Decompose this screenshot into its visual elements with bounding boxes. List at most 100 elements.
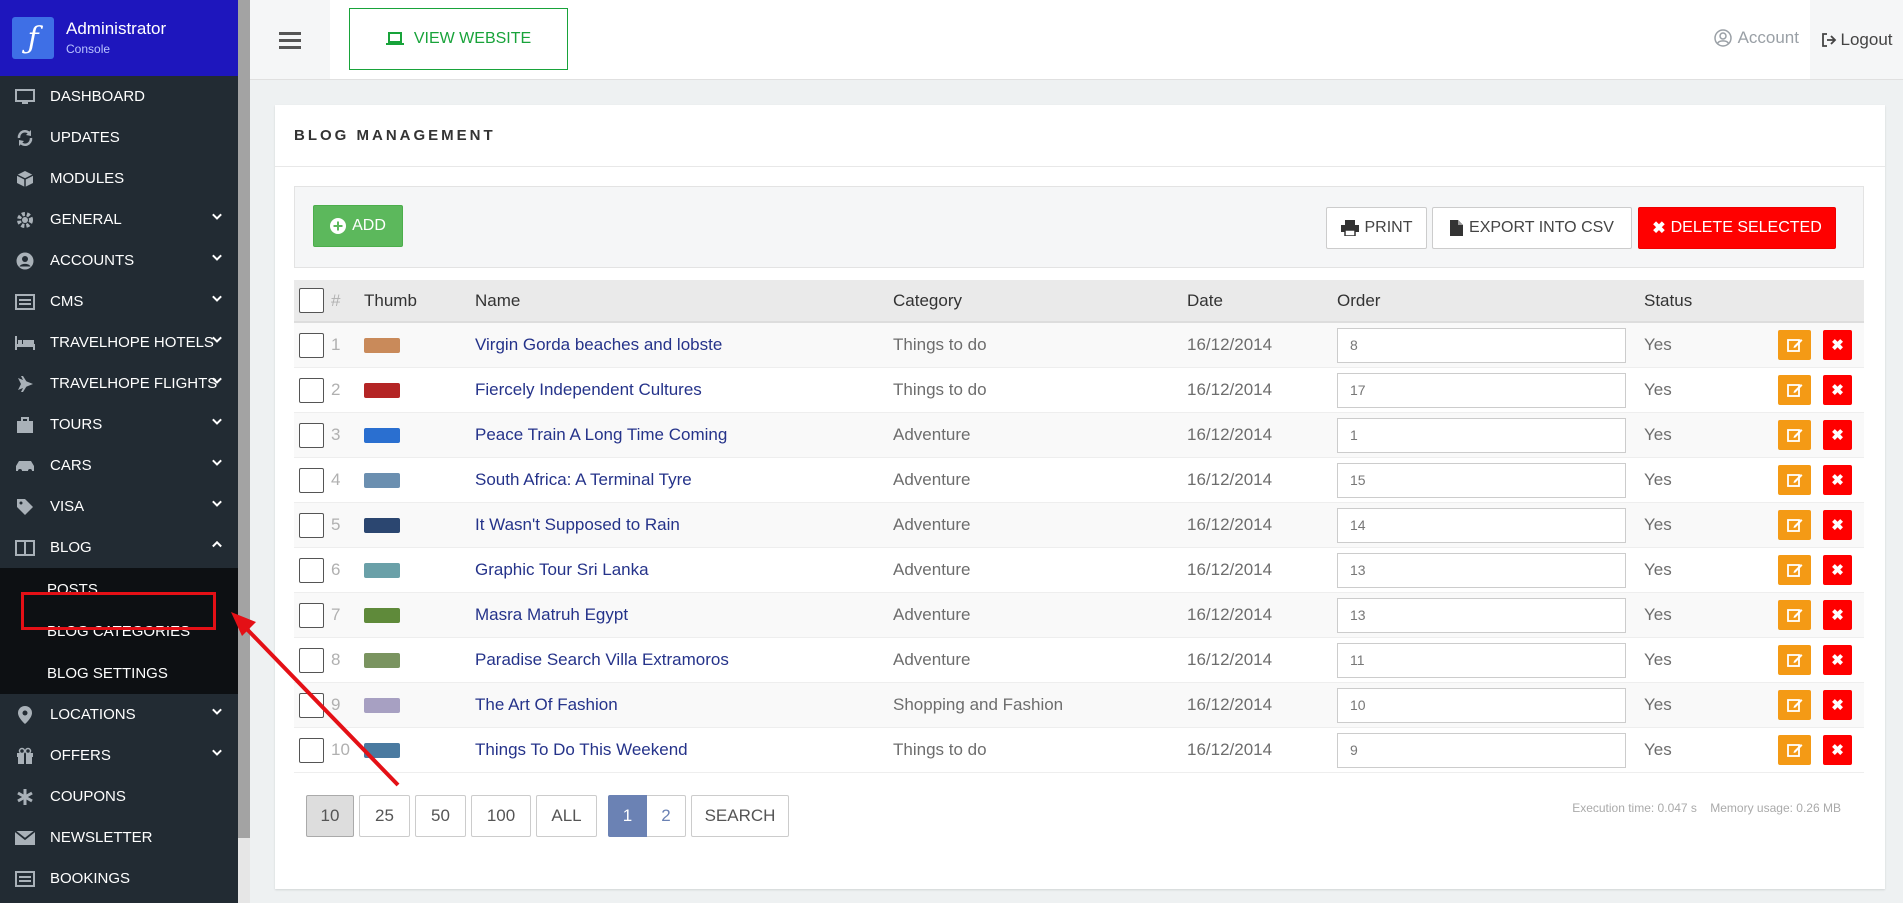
page-size-25[interactable]: 25 <box>359 795 410 837</box>
edit-button[interactable] <box>1778 555 1811 585</box>
post-status[interactable]: Yes <box>1644 695 1754 715</box>
logout-button[interactable]: Logout <box>1810 0 1903 79</box>
row-checkbox[interactable] <box>299 377 324 403</box>
sidebar-item-accounts[interactable]: ACCOUNTS <box>0 240 238 281</box>
delete-button[interactable]: ✖ <box>1823 600 1852 630</box>
sidebar-item-general[interactable]: GENERAL <box>0 199 238 240</box>
order-input[interactable]: 15 <box>1337 462 1626 498</box>
post-name-link[interactable]: Things To Do This Weekend <box>475 740 688 759</box>
sidebar-item-cms[interactable]: CMS <box>0 281 238 322</box>
brand[interactable]: ƒ Administrator Console <box>0 0 238 76</box>
delete-button[interactable]: ✖ <box>1823 420 1852 450</box>
edit-button[interactable] <box>1778 735 1811 765</box>
post-name-link[interactable]: Graphic Tour Sri Lanka <box>475 560 649 579</box>
sidebar-scrollbar-track[interactable] <box>238 838 250 903</box>
delete-button[interactable]: ✖ <box>1823 555 1852 585</box>
edit-button[interactable] <box>1778 420 1811 450</box>
delete-button[interactable]: ✖ <box>1823 465 1852 495</box>
sidebar-subitem-posts[interactable]: POSTS <box>0 568 238 610</box>
sidebar-item-tours[interactable]: TOURS <box>0 404 238 445</box>
row-checkbox[interactable] <box>299 692 324 718</box>
order-input[interactable]: 10 <box>1337 687 1626 723</box>
post-name-link[interactable]: Virgin Gorda beaches and lobste <box>475 335 722 354</box>
order-input[interactable]: 8 <box>1337 327 1626 363</box>
post-name-link[interactable]: Peace Train A Long Time Coming <box>475 425 727 444</box>
sidebar-subitem-blog-settings[interactable]: BLOG SETTINGS <box>0 652 238 694</box>
header-name[interactable]: Name <box>475 291 893 311</box>
row-checkbox[interactable] <box>299 647 324 673</box>
order-input[interactable]: 14 <box>1337 507 1626 543</box>
header-status[interactable]: Status <box>1644 291 1754 311</box>
row-checkbox[interactable] <box>299 557 324 583</box>
sidebar-item-visa[interactable]: VISA <box>0 486 238 527</box>
post-name-link[interactable]: It Wasn't Supposed to Rain <box>475 515 680 534</box>
print-button[interactable]: PRINT <box>1326 207 1427 249</box>
post-status[interactable]: Yes <box>1644 740 1754 760</box>
sidebar-item-offers[interactable]: OFFERS <box>0 735 238 776</box>
sidebar-item-bookings[interactable]: BOOKINGS <box>0 858 238 899</box>
post-status[interactable]: Yes <box>1644 605 1754 625</box>
sidebar-scrollbar[interactable] <box>238 0 250 838</box>
sidebar-subitem-blog-categories[interactable]: BLOG CATEGORIES <box>0 610 238 652</box>
delete-button[interactable]: ✖ <box>1823 690 1852 720</box>
sidebar-item-modules[interactable]: MODULES <box>0 158 238 199</box>
delete-button[interactable]: ✖ <box>1823 645 1852 675</box>
post-status[interactable]: Yes <box>1644 380 1754 400</box>
page-size-50[interactable]: 50 <box>415 795 466 837</box>
row-checkbox[interactable] <box>299 512 324 538</box>
header-category[interactable]: Category <box>893 291 1187 311</box>
sidebar-item-newsletter[interactable]: NEWSLETTER <box>0 817 238 858</box>
header-date[interactable]: Date <box>1187 291 1337 311</box>
sidebar-item-dashboard[interactable]: DASHBOARD <box>0 76 238 117</box>
edit-button[interactable] <box>1778 510 1811 540</box>
page-size-10[interactable]: 10 <box>306 795 354 837</box>
page-1[interactable]: 1 <box>608 795 647 837</box>
page-size-all[interactable]: ALL <box>536 795 597 837</box>
delete-button[interactable]: ✖ <box>1823 375 1852 405</box>
row-checkbox[interactable] <box>299 737 324 763</box>
sidebar-item-coupons[interactable]: COUPONS <box>0 776 238 817</box>
sidebar-item-blog[interactable]: BLOG <box>0 527 238 568</box>
post-status[interactable]: Yes <box>1644 650 1754 670</box>
row-checkbox[interactable] <box>299 467 324 493</box>
post-name-link[interactable]: South Africa: A Terminal Tyre <box>475 470 692 489</box>
post-status[interactable]: Yes <box>1644 560 1754 580</box>
sidebar-item-cars[interactable]: CARS <box>0 445 238 486</box>
search-button[interactable]: SEARCH <box>691 795 789 837</box>
post-status[interactable]: Yes <box>1644 335 1754 355</box>
row-checkbox[interactable] <box>299 602 324 628</box>
account-link[interactable]: Account <box>1713 28 1799 48</box>
view-website-button[interactable]: VIEW WEBSITE <box>349 8 568 70</box>
edit-button[interactable] <box>1778 600 1811 630</box>
page-2[interactable]: 2 <box>647 795 686 837</box>
header-order[interactable]: Order <box>1337 291 1644 311</box>
delete-selected-button[interactable]: ✖ DELETE SELECTED <box>1638 207 1836 249</box>
edit-button[interactable] <box>1778 465 1811 495</box>
sidebar-item-travelhope-hotels[interactable]: TRAVELHOPE HOTELS <box>0 322 238 363</box>
post-name-link[interactable]: Masra Matruh Egypt <box>475 605 628 624</box>
row-checkbox[interactable] <box>299 332 324 358</box>
post-name-link[interactable]: Fiercely Independent Cultures <box>475 380 702 399</box>
order-input[interactable]: 9 <box>1337 732 1626 768</box>
order-input[interactable]: 11 <box>1337 642 1626 678</box>
add-button[interactable]: ADD <box>313 205 403 247</box>
order-input[interactable]: 13 <box>1337 552 1626 588</box>
delete-button[interactable]: ✖ <box>1823 735 1852 765</box>
post-name-link[interactable]: The Art Of Fashion <box>475 695 618 714</box>
export-csv-button[interactable]: EXPORT INTO CSV <box>1432 207 1632 249</box>
sidebar-item-updates[interactable]: UPDATES <box>0 117 238 158</box>
post-status[interactable]: Yes <box>1644 515 1754 535</box>
edit-button[interactable] <box>1778 690 1811 720</box>
post-status[interactable]: Yes <box>1644 425 1754 445</box>
row-checkbox[interactable] <box>299 422 324 448</box>
delete-button[interactable]: ✖ <box>1823 510 1852 540</box>
edit-button[interactable] <box>1778 375 1811 405</box>
menu-toggle-button[interactable] <box>250 0 330 79</box>
order-input[interactable]: 17 <box>1337 372 1626 408</box>
edit-button[interactable] <box>1778 645 1811 675</box>
delete-button[interactable]: ✖ <box>1823 330 1852 360</box>
edit-button[interactable] <box>1778 330 1811 360</box>
order-input[interactable]: 1 <box>1337 417 1626 453</box>
post-status[interactable]: Yes <box>1644 470 1754 490</box>
sidebar-item-locations[interactable]: LOCATIONS <box>0 694 238 735</box>
